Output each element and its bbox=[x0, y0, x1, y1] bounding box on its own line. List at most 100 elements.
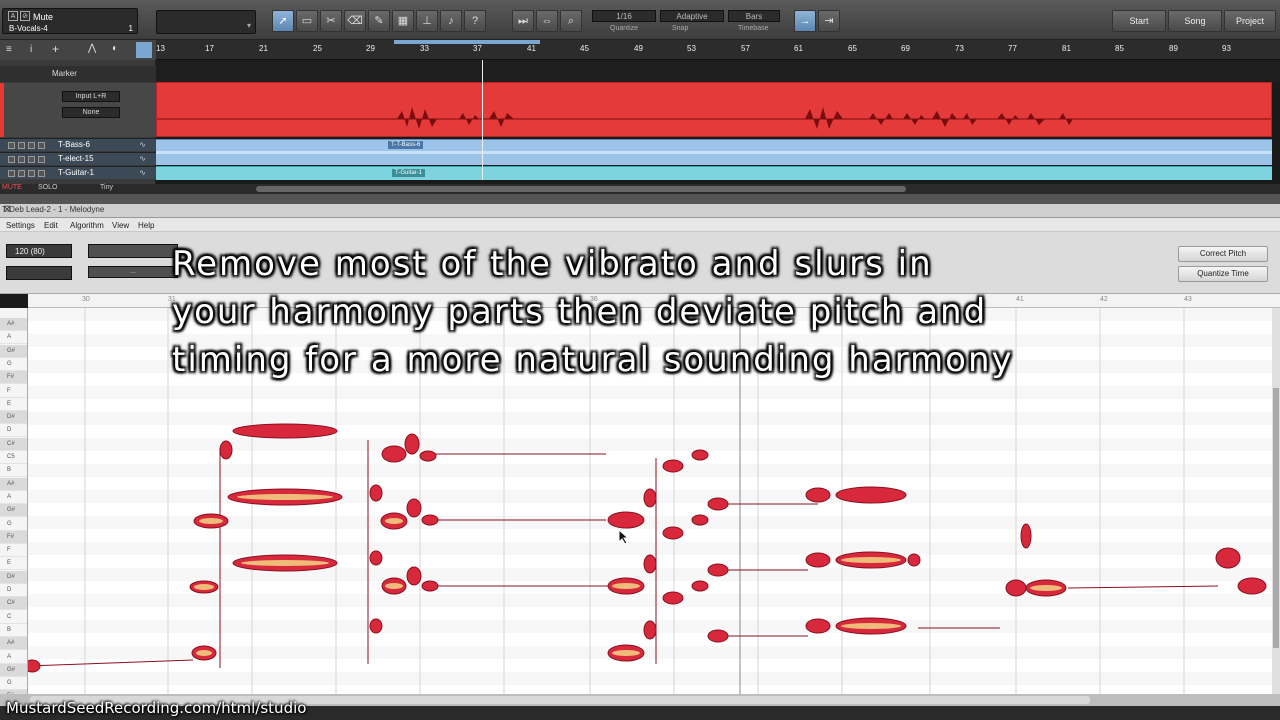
quantize-time-button[interactable]: Quantize Time bbox=[1178, 266, 1268, 282]
piano-key[interactable]: D bbox=[0, 424, 27, 438]
timeline-ruler[interactable]: 13 17 21 25 29 33 37 41 45 49 53 57 61 6… bbox=[156, 40, 1280, 60]
piano-key[interactable]: E bbox=[0, 398, 27, 411]
guitar-audio-event[interactable]: T-Guitar-1 bbox=[156, 166, 1272, 180]
melodyne-tool-options[interactable]: ... bbox=[88, 266, 178, 278]
info-icon[interactable]: i bbox=[30, 44, 32, 55]
track-row-bass[interactable]: T-Bass-6 ∿ bbox=[0, 138, 156, 151]
quantize-value[interactable]: 1/16 bbox=[592, 10, 656, 22]
piano-key[interactable]: D# bbox=[0, 570, 27, 584]
eraser-tool-icon[interactable]: ⌫ bbox=[344, 10, 366, 32]
melodyne-window-title: T-Deb Lead-2 - 1 - Melodyne bbox=[2, 205, 105, 214]
automation-lane-icon[interactable]: ⋀ bbox=[88, 43, 96, 54]
menu-icon[interactable]: ≡ bbox=[6, 44, 12, 55]
song-button[interactable]: Song bbox=[1168, 10, 1222, 32]
menu-settings[interactable]: Settings bbox=[6, 221, 35, 230]
piano-key[interactable]: C5 bbox=[0, 451, 27, 464]
piano-key[interactable]: D bbox=[0, 584, 27, 597]
ruler-tick: 81 bbox=[1062, 44, 1071, 53]
arrange-scrollbar[interactable] bbox=[156, 184, 1280, 194]
piano-key[interactable]: B bbox=[0, 624, 27, 637]
menu-view[interactable]: View bbox=[112, 221, 129, 230]
pencil-tool-icon[interactable]: ✎ bbox=[368, 10, 390, 32]
autoscroll-icon[interactable]: → bbox=[794, 10, 816, 32]
arrow-tool-icon[interactable]: ➚ bbox=[272, 10, 294, 32]
piano-key[interactable]: G bbox=[0, 358, 27, 371]
tempo-field[interactable]: 120 (80) bbox=[6, 244, 72, 258]
piano-key[interactable]: F# bbox=[0, 371, 27, 385]
piano-key[interactable]: B bbox=[0, 464, 27, 478]
range-tool-icon[interactable]: ▭ bbox=[296, 10, 318, 32]
piano-key[interactable]: A bbox=[0, 331, 27, 345]
track-size[interactable]: Tiny bbox=[100, 184, 113, 191]
piano-key[interactable]: C# bbox=[0, 437, 27, 451]
add-track-icon[interactable]: + bbox=[52, 42, 59, 56]
split-tool-icon[interactable]: ✂ bbox=[320, 10, 342, 32]
piano-key[interactable]: G bbox=[0, 677, 27, 691]
marker-lane[interactable] bbox=[156, 60, 1280, 82]
snap-value[interactable]: Adaptive bbox=[660, 10, 724, 22]
caption-line-1: Remove most of the vibrato and slurs in bbox=[172, 244, 933, 284]
start-button[interactable]: Start bbox=[1112, 10, 1166, 32]
vocal-track-header[interactable]: Input L+R None bbox=[0, 83, 156, 137]
bass-audio-event[interactable]: T-T-Bass-6 bbox=[156, 139, 1272, 165]
track-selector[interactable]: A ⊘ Mute B-Vocals-4 1 bbox=[2, 8, 138, 34]
correct-pitch-button[interactable]: Correct Pitch bbox=[1178, 246, 1268, 262]
piano-key[interactable]: A bbox=[0, 491, 27, 504]
piano-key[interactable]: G bbox=[0, 518, 27, 531]
solo-status[interactable]: SOLO bbox=[38, 184, 57, 191]
piano-key[interactable]: E bbox=[0, 557, 27, 571]
follow-icon[interactable]: ⇥ bbox=[818, 10, 840, 32]
playhead-cursor[interactable] bbox=[482, 60, 483, 180]
track-row-guitar[interactable]: T-Guitar-1 ∿ bbox=[0, 166, 156, 179]
ruler-tick: 89 bbox=[1169, 44, 1178, 53]
piano-key[interactable]: F bbox=[0, 385, 27, 398]
melodyne-tools[interactable] bbox=[88, 244, 178, 258]
loop-range[interactable] bbox=[394, 40, 540, 44]
piano-key[interactable]: A# bbox=[0, 477, 27, 491]
piano-key[interactable]: D# bbox=[0, 411, 27, 425]
loop-arrows-icon[interactable]: ⇔ bbox=[536, 10, 558, 32]
scrollbar-thumb[interactable] bbox=[1273, 388, 1279, 648]
piano-keyboard[interactable]: A# A G# G F# F E D# D C# C5 B A# A G# G F# F E D# D C# C B A# A G#… bbox=[0, 308, 28, 694]
piano-key[interactable]: A bbox=[0, 651, 27, 664]
output-selector[interactable]: None bbox=[62, 107, 120, 118]
piano-key[interactable]: C bbox=[0, 611, 27, 624]
mute-tool-icon[interactable]: ▦ bbox=[392, 10, 414, 32]
project-button[interactable]: Project bbox=[1224, 10, 1276, 32]
piano-key[interactable]: F# bbox=[0, 530, 27, 544]
vocal-audio-event[interactable] bbox=[156, 82, 1272, 137]
fold-icon[interactable] bbox=[136, 42, 152, 58]
menu-algorithm[interactable]: Algorithm bbox=[70, 221, 104, 230]
melodyne-vertical-scrollbar[interactable] bbox=[1272, 308, 1280, 694]
bend-tool-icon[interactable]: ⊥ bbox=[416, 10, 438, 32]
track-row-elect[interactable]: T-elect-15 ∿ bbox=[0, 152, 156, 165]
marker-track: Marker bbox=[0, 66, 156, 82]
piano-key[interactable]: A# bbox=[0, 637, 27, 651]
mute-status[interactable]: MUTE bbox=[2, 184, 22, 191]
track-name: T-Guitar-1 bbox=[58, 168, 95, 177]
piano-key[interactable]: C# bbox=[0, 597, 27, 611]
menu-help[interactable]: Help bbox=[138, 221, 154, 230]
parameter-dropdown[interactable] bbox=[156, 10, 256, 34]
track-list-toolbar: ≡ i + ⋀ ◐ bbox=[0, 40, 156, 60]
help-icon[interactable]: ? bbox=[464, 10, 486, 32]
piano-key[interactable]: A# bbox=[0, 318, 27, 331]
skip-icon[interactable]: ⏭ bbox=[512, 10, 534, 32]
global-icon[interactable]: ◐ bbox=[112, 43, 118, 54]
timebase-value[interactable]: Bars bbox=[728, 10, 780, 22]
menu-edit[interactable]: Edit bbox=[44, 221, 58, 230]
piano-key[interactable]: G# bbox=[0, 504, 27, 518]
zoom-icon[interactable]: ⌕ bbox=[560, 10, 582, 32]
tempo-secondary-field[interactable] bbox=[6, 266, 72, 280]
panel-splitter[interactable] bbox=[0, 194, 1280, 204]
piano-key[interactable]: F bbox=[0, 544, 27, 558]
piano-key[interactable]: G# bbox=[0, 663, 27, 677]
automation-icon: A bbox=[8, 11, 18, 21]
close-icon[interactable]: ✕ bbox=[2, 205, 12, 215]
ruler-tick: 49 bbox=[634, 44, 643, 53]
ruler-tick: 21 bbox=[259, 44, 268, 53]
input-selector[interactable]: Input L+R bbox=[62, 91, 120, 102]
listen-tool-icon[interactable]: ♪ bbox=[440, 10, 462, 32]
scrollbar-thumb[interactable] bbox=[256, 186, 906, 192]
piano-key[interactable]: G# bbox=[0, 344, 27, 358]
